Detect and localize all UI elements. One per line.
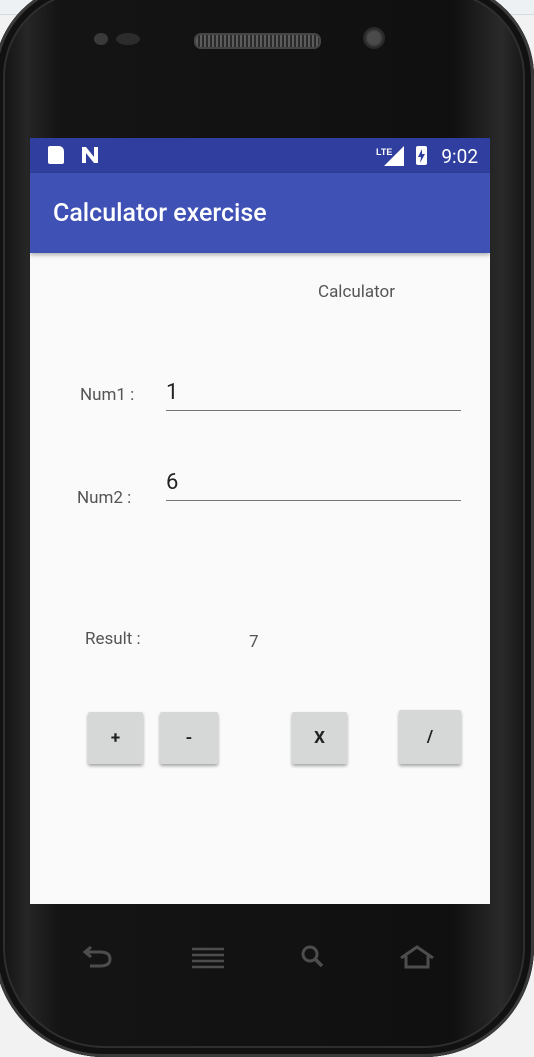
device-screen: LTE 9:02 Calculator exercise Calculator … <box>30 138 490 904</box>
sd-card-icon <box>48 146 64 164</box>
status-time: 9:02 <box>441 145 478 168</box>
menu-icon[interactable] <box>188 944 228 970</box>
sensor-dot <box>116 33 140 45</box>
app-bar: Calculator exercise <box>30 173 490 253</box>
result-value: 7 <box>249 632 259 652</box>
front-camera <box>363 27 385 49</box>
add-button[interactable]: + <box>88 712 143 764</box>
num2-input[interactable] <box>166 464 461 501</box>
num1-label: Num1 : <box>80 385 135 405</box>
subtract-button[interactable]: - <box>160 712 218 764</box>
search-icon[interactable] <box>294 944 334 970</box>
battery-charging-icon <box>416 146 427 165</box>
calculator-heading: Calculator <box>318 282 395 302</box>
result-label: Result : <box>85 629 141 649</box>
back-icon[interactable] <box>80 944 120 970</box>
lte-signal-icon: LTE <box>376 146 404 166</box>
n-logo-icon <box>80 146 100 169</box>
app-title: Calculator exercise <box>53 199 267 228</box>
svg-text:LTE: LTE <box>376 147 392 157</box>
multiply-button[interactable]: X <box>292 712 347 764</box>
sensor-dot <box>94 33 108 45</box>
num1-input[interactable] <box>166 374 461 411</box>
num2-label: Num2 : <box>77 488 132 508</box>
status-bar: LTE 9:02 <box>30 138 490 173</box>
home-icon[interactable] <box>397 944 437 970</box>
divide-button[interactable]: / <box>399 710 461 764</box>
earpiece-speaker <box>194 33 321 49</box>
